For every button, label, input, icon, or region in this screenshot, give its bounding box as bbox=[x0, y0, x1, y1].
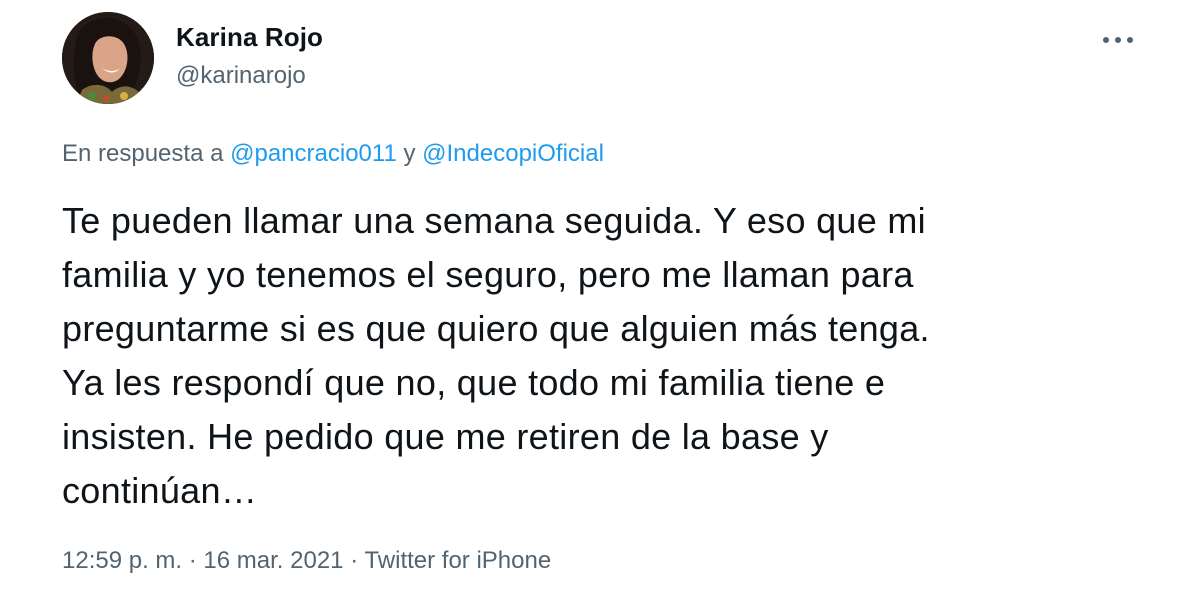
tweet-card: Karina Rojo @karinarojo En respuesta a @… bbox=[0, 0, 1200, 600]
reply-context: En respuesta a @pancracio011 y @Indecopi… bbox=[62, 140, 604, 168]
author-handle[interactable]: @karinarojo bbox=[176, 62, 306, 90]
meta-separator: · bbox=[350, 547, 359, 574]
tweet-text: Te pueden llamar una semana seguida. Y e… bbox=[62, 200, 930, 511]
mention-link-indecopioficial[interactable]: @IndecopiOficial bbox=[422, 140, 604, 167]
mention-link-pancracio011[interactable]: @pancracio011 bbox=[230, 140, 397, 167]
tweet-source[interactable]: Twitter for iPhone bbox=[364, 547, 551, 574]
tweet-metadata: 12:59 p. m. · 16 mar. 2021 · Twitter for… bbox=[62, 547, 551, 575]
more-options-button[interactable] bbox=[1092, 18, 1144, 62]
reply-context-conjunction: y bbox=[403, 140, 416, 167]
avatar-image bbox=[62, 12, 154, 104]
reply-context-prefix: En respuesta a bbox=[62, 140, 224, 167]
tweet-date[interactable]: 16 mar. 2021 bbox=[203, 547, 343, 574]
meta-separator: · bbox=[188, 547, 197, 574]
author-display-name[interactable]: Karina Rojo bbox=[176, 22, 323, 53]
more-horizontal-icon bbox=[1103, 37, 1133, 43]
avatar[interactable] bbox=[62, 12, 154, 104]
tweet-time[interactable]: 12:59 p. m. bbox=[62, 547, 182, 574]
